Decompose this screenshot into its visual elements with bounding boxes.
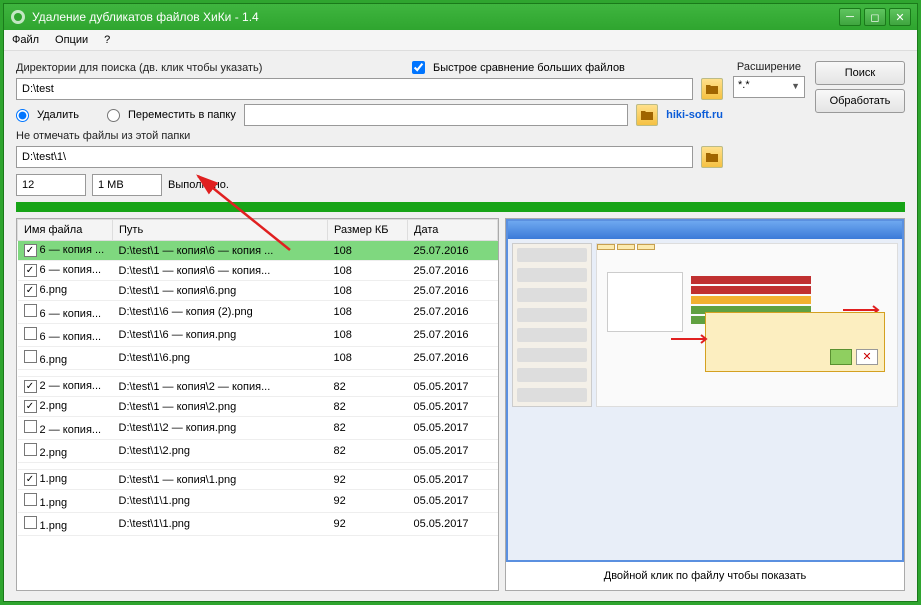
move-radio[interactable]: [107, 109, 120, 122]
col-name[interactable]: Имя файла: [18, 220, 113, 241]
extension-label: Расширение: [737, 61, 801, 73]
window-title: Удаление дубликатов файлов ХиКи - 1.4: [32, 10, 839, 24]
table-row[interactable]: ✓ 6.pngD:\test\1 — копия\6.png10825.07.2…: [18, 281, 498, 301]
row-checkbox[interactable]: [24, 443, 37, 456]
preview-hint: Двойной клик по файлу чтобы показать: [506, 562, 904, 590]
table-row[interactable]: [18, 370, 498, 377]
menubar: Файл Опции ?: [4, 30, 917, 51]
preview-image[interactable]: ✕: [506, 219, 904, 562]
size-input[interactable]: [92, 174, 162, 196]
col-path[interactable]: Путь: [113, 220, 328, 241]
results-table[interactable]: Имя файла Путь Размер КБ Дата ✓ 6 — копи…: [16, 218, 499, 591]
maximize-button[interactable]: ◻: [864, 8, 886, 26]
row-checkbox[interactable]: ✓: [24, 244, 37, 257]
process-button[interactable]: Обработать: [815, 89, 905, 113]
preview-panel: ✕ Двойной клик по файлу чтобы показать: [505, 218, 905, 591]
table-row[interactable]: 6 — копия...D:\test\1\6 — копия (2).png1…: [18, 301, 498, 324]
row-checkbox[interactable]: [24, 516, 37, 529]
table-row[interactable]: 6 — копия...D:\test\1\6 — копия.png10825…: [18, 324, 498, 347]
menu-options[interactable]: Опции: [55, 34, 88, 46]
row-checkbox[interactable]: ✓: [24, 284, 37, 297]
table-row[interactable]: 1.pngD:\test\1\1.png9205.05.2017: [18, 513, 498, 536]
table-row[interactable]: 1.pngD:\test\1\1.png9205.05.2017: [18, 490, 498, 513]
status-text: Выполнено.: [168, 179, 229, 191]
app-icon: [10, 9, 26, 25]
row-checkbox[interactable]: [24, 350, 37, 363]
table-row[interactable]: ✓ 2 — копия...D:\test\1 — копия\2 — копи…: [18, 377, 498, 397]
dir-input[interactable]: [16, 78, 693, 100]
menu-file[interactable]: Файл: [12, 34, 39, 46]
row-checkbox[interactable]: ✓: [24, 400, 37, 413]
delete-label: Удалить: [37, 109, 79, 121]
fast-compare-label: Быстрое сравнение больших файлов: [433, 62, 625, 74]
fast-compare-checkbox[interactable]: [412, 61, 425, 74]
row-checkbox[interactable]: [24, 420, 37, 433]
move-browse-button[interactable]: [636, 104, 658, 126]
extension-select[interactable]: *.*: [733, 76, 805, 98]
move-label: Переместить в папку: [128, 109, 236, 121]
row-checkbox[interactable]: [24, 327, 37, 340]
row-checkbox[interactable]: [24, 304, 37, 317]
website-link[interactable]: hiki-soft.ru: [666, 109, 723, 121]
table-row[interactable]: ✓ 2.pngD:\test\1 — копия\2.png8205.05.20…: [18, 397, 498, 417]
dir-browse-button[interactable]: [701, 78, 723, 100]
fast-compare-checkbox-wrap[interactable]: Быстрое сравнение больших файлов: [412, 61, 625, 74]
table-row[interactable]: 6.pngD:\test\1\6.png10825.07.2016: [18, 347, 498, 370]
count-input[interactable]: [16, 174, 86, 196]
move-radio-wrap[interactable]: Переместить в папку: [107, 109, 236, 122]
table-row[interactable]: 2.pngD:\test\1\2.png8205.05.2017: [18, 440, 498, 463]
progress-bar: [16, 202, 905, 212]
close-button[interactable]: ✕: [889, 8, 911, 26]
table-row[interactable]: 2 — копия...D:\test\1\2 — копия.png8205.…: [18, 417, 498, 440]
dirs-label: Директории для поиска (дв. клик чтобы ук…: [16, 62, 296, 74]
titlebar: Удаление дубликатов файлов ХиКи - 1.4 ─ …: [4, 4, 917, 30]
col-size[interactable]: Размер КБ: [328, 220, 408, 241]
exclude-input[interactable]: [16, 146, 693, 168]
table-row[interactable]: ✓ 6 — копия ...D:\test\1 — копия\6 — коп…: [18, 241, 498, 261]
delete-radio[interactable]: [16, 109, 29, 122]
table-row[interactable]: [18, 463, 498, 470]
minimize-button[interactable]: ─: [839, 8, 861, 26]
exclude-browse-button[interactable]: [701, 146, 723, 168]
row-checkbox[interactable]: ✓: [24, 264, 37, 277]
delete-radio-wrap[interactable]: Удалить: [16, 109, 79, 122]
col-date[interactable]: Дата: [408, 220, 498, 241]
exclude-label: Не отмечать файлы из этой папки: [16, 130, 723, 142]
search-button[interactable]: Поиск: [815, 61, 905, 85]
table-row[interactable]: ✓ 1.pngD:\test\1 — копия\1.png9205.05.20…: [18, 470, 498, 490]
move-input[interactable]: [244, 104, 628, 126]
table-row[interactable]: ✓ 6 — копия...D:\test\1 — копия\6 — копи…: [18, 261, 498, 281]
row-checkbox[interactable]: ✓: [24, 473, 37, 486]
row-checkbox[interactable]: ✓: [24, 380, 37, 393]
menu-help[interactable]: ?: [104, 34, 110, 46]
row-checkbox[interactable]: [24, 493, 37, 506]
